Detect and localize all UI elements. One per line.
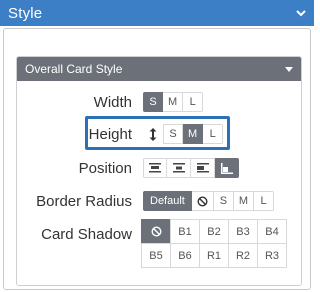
card-shadow-b4-button[interactable]: B4 <box>257 219 287 244</box>
width-s-button[interactable]: S <box>143 92 163 112</box>
width-m-button[interactable]: M <box>163 92 184 112</box>
card-shadow-label: Card Shadow <box>41 226 132 243</box>
border-radius-none-button[interactable] <box>191 191 214 211</box>
height-l-button[interactable]: L <box>203 124 224 144</box>
card-shadow-options: B1 B2 B3 B4 B5 B6 R1 R2 R3 <box>141 219 287 268</box>
align-middle-icon <box>172 163 185 173</box>
card-shadow-b2-button[interactable]: B2 <box>199 219 229 244</box>
height-label: Height <box>88 126 132 143</box>
style-panel-header[interactable]: Style <box>0 0 314 26</box>
height-s-button[interactable]: S <box>163 124 183 144</box>
border-radius-options: Default S M L <box>143 191 275 211</box>
width-l-button[interactable]: L <box>183 92 204 112</box>
height-auto-button[interactable] <box>143 124 163 144</box>
vertical-resize-icon <box>149 127 157 141</box>
card-shadow-b1-button[interactable]: B1 <box>170 219 200 244</box>
align-top-icon <box>149 163 161 173</box>
card-shadow-r1-button[interactable]: R1 <box>199 243 229 268</box>
width-label: Width <box>93 94 132 111</box>
align-bottom-icon <box>220 162 233 174</box>
card-shadow-none-button[interactable] <box>141 219 171 244</box>
no-symbol-icon <box>150 226 162 237</box>
card-shadow-b3-button[interactable]: B3 <box>228 219 258 244</box>
section-title: Overall Card Style <box>25 62 123 76</box>
position-left-button[interactable] <box>191 158 215 178</box>
style-title: Style <box>8 4 43 22</box>
height-options: S M L <box>143 124 224 144</box>
card-shadow-r2-button[interactable]: R2 <box>228 243 258 268</box>
card-shadow-b5-button[interactable]: B5 <box>141 243 171 268</box>
align-left-icon <box>196 163 209 173</box>
width-options: S M L <box>143 92 204 112</box>
position-middle-button[interactable] <box>167 158 191 178</box>
position-top-button[interactable] <box>143 158 167 178</box>
no-symbol-icon <box>197 195 208 207</box>
card-shadow-b6-button[interactable]: B6 <box>170 243 200 268</box>
caret-down-icon[interactable] <box>285 66 293 72</box>
overall-card-style-header[interactable]: Overall Card Style <box>17 57 301 81</box>
border-radius-default-button[interactable]: Default <box>143 191 192 211</box>
position-options <box>143 158 239 178</box>
height-m-button[interactable]: M <box>183 124 204 144</box>
border-radius-l-button[interactable]: L <box>254 191 275 211</box>
chevron-down-icon[interactable] <box>296 9 306 17</box>
border-radius-label: Border Radius <box>36 193 132 210</box>
border-radius-s-button[interactable]: S <box>213 191 234 211</box>
card-shadow-r3-button[interactable]: R3 <box>257 243 287 268</box>
position-bottom-button[interactable] <box>215 158 239 178</box>
position-label: Position <box>78 160 132 177</box>
border-radius-m-button[interactable]: M <box>233 191 255 211</box>
